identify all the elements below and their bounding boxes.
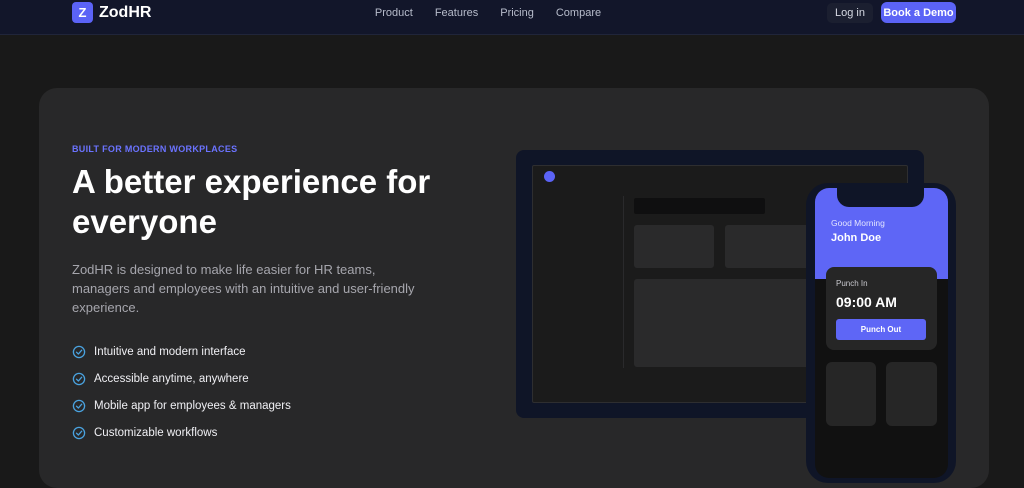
phone-placeholder-tile <box>826 362 876 426</box>
tablet-camera-dot <box>544 171 555 182</box>
check-circle-icon <box>72 399 86 412</box>
feature-list: Intuitive and modern interface Accessibl… <box>72 338 291 446</box>
phone-greeting: Good Morning <box>831 218 885 228</box>
feature-item: Intuitive and modern interface <box>72 338 291 365</box>
feature-item: Accessible anytime, anywhere <box>72 365 291 392</box>
nav-link-compare[interactable]: Compare <box>556 7 601 19</box>
feature-item: Mobile app for employees & managers <box>72 392 291 419</box>
check-circle-icon <box>72 372 86 385</box>
feature-label: Intuitive and modern interface <box>94 345 246 358</box>
feature-item: Customizable workflows <box>72 419 291 446</box>
tablet-placeholder-panel <box>634 279 814 367</box>
check-circle-icon <box>72 426 86 439</box>
tablet-placeholder-bar <box>634 198 765 214</box>
tablet-sidebar-divider <box>623 196 624 368</box>
hero-description: ZodHR is designed to make life easier fo… <box>72 262 415 315</box>
feature-label: Customizable workflows <box>94 426 218 439</box>
phone-user-name: John Doe <box>831 232 882 244</box>
hero-headline: A better experience for everyone <box>72 163 431 240</box>
punch-label: Punch In <box>836 279 868 288</box>
book-demo-button[interactable]: Book a Demo <box>881 2 956 23</box>
check-circle-icon <box>72 345 86 358</box>
feature-label: Accessible anytime, anywhere <box>94 372 249 385</box>
phone-placeholder-tile <box>886 362 937 426</box>
hero-eyebrow: BUILT FOR MODERN WORKPLACES <box>72 144 238 154</box>
phone-notch <box>837 183 924 207</box>
login-button[interactable]: Log in <box>827 3 873 23</box>
nav-link-product[interactable]: Product <box>375 7 413 19</box>
punch-time: 09:00 AM <box>836 294 897 310</box>
punch-out-button[interactable]: Punch Out <box>836 319 926 340</box>
nav-link-pricing[interactable]: Pricing <box>500 7 534 19</box>
tablet-placeholder-card <box>725 225 815 268</box>
feature-label: Mobile app for employees & managers <box>94 399 291 412</box>
nav-link-features[interactable]: Features <box>435 7 478 19</box>
tablet-placeholder-card <box>634 225 714 268</box>
